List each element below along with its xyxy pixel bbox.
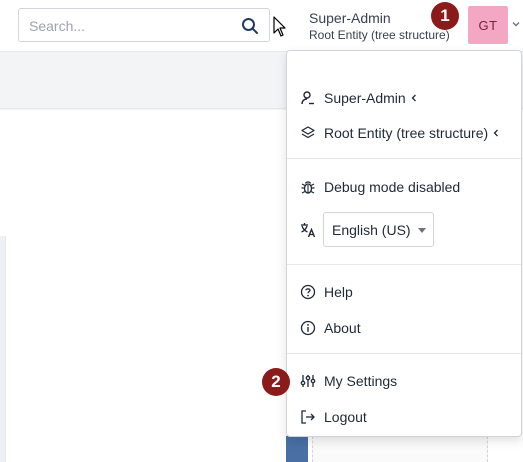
avatar-initials: GT <box>478 17 498 33</box>
search-input[interactable] <box>29 16 229 36</box>
sliders-icon <box>300 375 316 387</box>
search-box[interactable] <box>18 8 270 42</box>
menu-item-my-settings[interactable]: My Settings <box>300 370 397 392</box>
step-badge-1-number: 1 <box>440 6 450 25</box>
help-circle-icon <box>300 284 316 300</box>
chevron-left-icon <box>411 94 416 102</box>
step-badge-1: 1 <box>431 2 459 30</box>
translate-icon <box>301 223 316 238</box>
user-info[interactable]: Super-Admin Root Entity (tree structure) <box>309 9 450 43</box>
user-entity: Root Entity (tree structure) <box>309 28 450 42</box>
step-badge-2-number: 2 <box>271 372 281 391</box>
menu-item-profile-label: Super-Admin <box>324 90 406 106</box>
search-icon[interactable] <box>241 17 259 35</box>
menu-item-profile[interactable]: Super-Admin <box>300 87 418 109</box>
menu-divider <box>287 353 521 354</box>
bug-icon <box>301 181 315 194</box>
info-circle-icon <box>300 320 316 336</box>
menu-item-entity[interactable]: Root Entity (tree structure) <box>300 122 500 144</box>
content-side-panel <box>0 236 6 462</box>
menu-item-debug[interactable]: Debug mode disabled <box>300 176 460 198</box>
language-select[interactable]: English (US) <box>323 212 434 247</box>
user-dropdown-menu: Super-Admin Root Entity (tree structure)… <box>286 50 522 437</box>
menu-item-my-settings-label: My Settings <box>324 373 398 389</box>
mouse-cursor-icon <box>273 16 286 37</box>
step-badge-2: 2 <box>262 368 290 396</box>
chevron-down-icon[interactable] <box>511 19 521 29</box>
menu-divider <box>287 264 521 265</box>
chevron-left-icon <box>493 129 499 137</box>
language-select-value: English (US) <box>332 221 411 238</box>
logout-icon <box>301 410 315 424</box>
menu-item-logout-label: Logout <box>324 409 367 425</box>
avatar[interactable]: GT <box>468 6 508 44</box>
menu-item-logout[interactable]: Logout <box>300 406 367 428</box>
background-panel <box>286 436 308 462</box>
menu-item-debug-label: Debug mode disabled <box>324 179 461 195</box>
menu-item-help-label: Help <box>324 284 353 300</box>
background-box <box>312 436 488 462</box>
caret-down-icon <box>418 228 426 233</box>
layers-icon <box>301 126 315 139</box>
menu-item-about-label: About <box>324 320 361 336</box>
menu-item-help[interactable]: Help <box>300 281 353 303</box>
user-icon <box>301 91 314 105</box>
menu-divider <box>287 158 521 159</box>
user-name: Super-Admin <box>309 10 391 26</box>
menu-item-entity-label: Root Entity (tree structure) <box>324 125 489 141</box>
menu-item-about[interactable]: About <box>300 317 361 339</box>
